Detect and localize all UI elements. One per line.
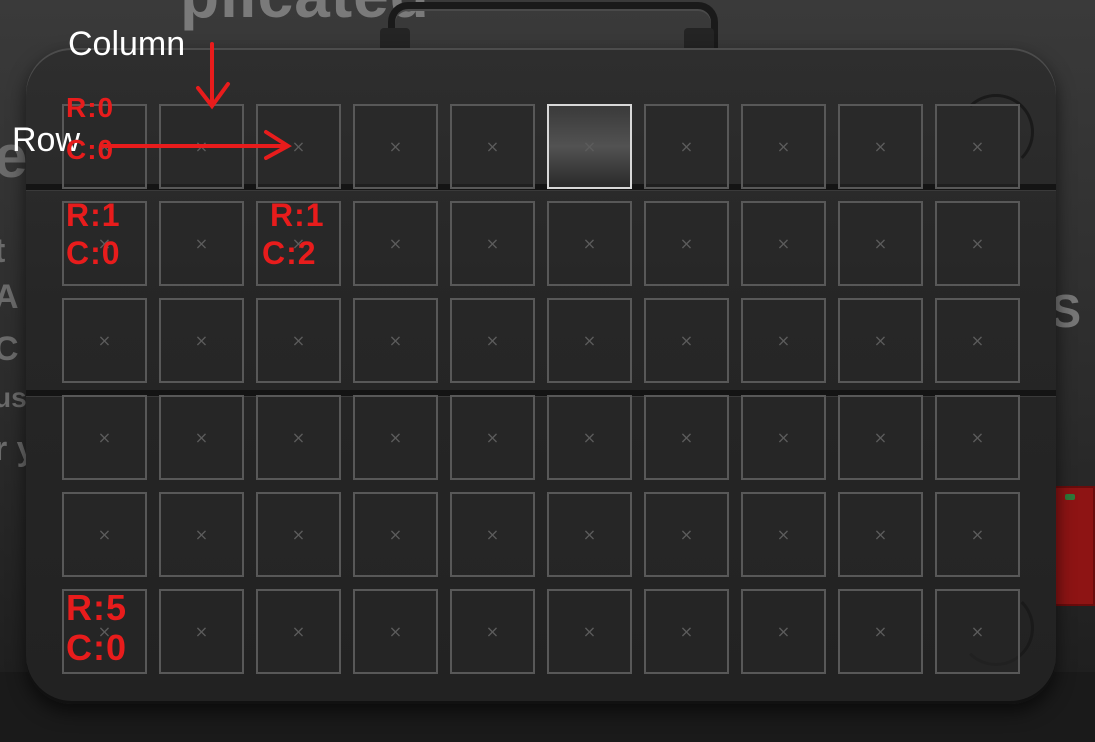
column-index-text: C:0 (66, 134, 115, 165)
row-index-text: R:1 (270, 197, 325, 233)
cell-label: R:0 C:0 (66, 94, 114, 164)
row-index-text: R:0 (66, 92, 115, 123)
row-index-text: R:1 (66, 197, 121, 233)
column-index-text: C:0 (66, 627, 128, 668)
cell-label: R:5 C:0 (66, 588, 127, 668)
column-arrow (196, 42, 230, 110)
column-label: Column (68, 25, 186, 63)
row-index-text: R:5 (66, 587, 128, 628)
cell-label: R:1 C:0 (66, 196, 121, 272)
row-arrow (102, 130, 292, 160)
column-index-text: C:0 (66, 235, 121, 271)
cell-label: R:1 C:2 (262, 196, 325, 272)
column-index-text: C:2 (262, 235, 317, 271)
annotation-overlay (102, 42, 292, 160)
